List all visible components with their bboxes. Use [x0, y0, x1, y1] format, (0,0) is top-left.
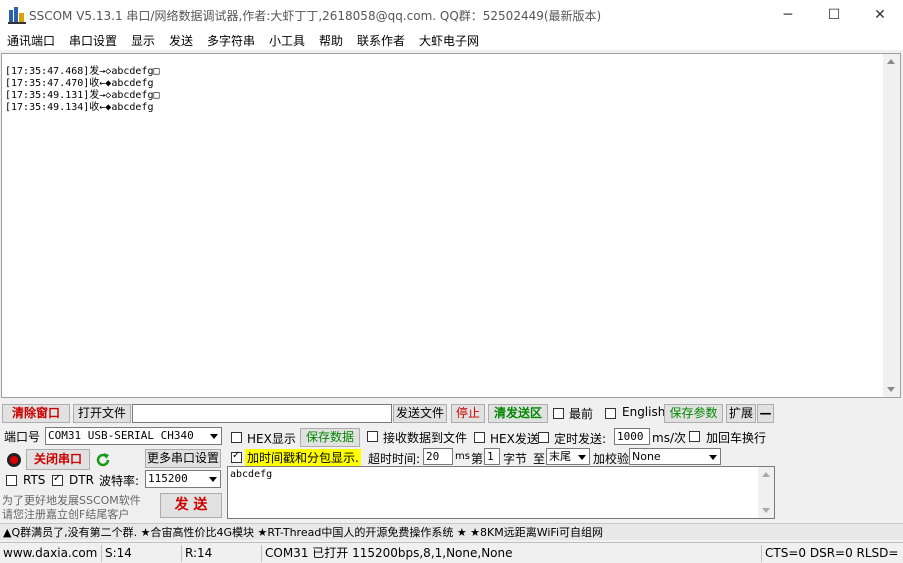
status-bar: www.daxia.com S:14 R:14 COM31 已打开 115200…: [0, 542, 903, 563]
baud-label: 波特率:: [99, 474, 140, 488]
english-label: English: [622, 405, 666, 419]
send-scrollbar[interactable]: [758, 467, 774, 518]
collapse-button[interactable]: —: [757, 404, 774, 423]
byte-unit: 字节: [503, 452, 528, 466]
chevron-down-icon: [578, 455, 586, 460]
timed-send-label: 定时发送:: [554, 432, 607, 446]
chevron-down-icon: [210, 434, 218, 439]
end-value: 末尾: [549, 450, 571, 463]
chevron-down-icon: [209, 477, 217, 482]
menu-help[interactable]: 帮助: [319, 32, 343, 49]
ticker-text: ▲Q群满员了,没有第二个群. ★合宙高性价比4G模块 ★RT-Thread中国人…: [3, 526, 604, 539]
console-line: [17:35:49.134]收←◆abcdefg: [5, 102, 154, 113]
status-received-count: R:14: [181, 545, 212, 562]
topmost-label: 最前: [569, 407, 594, 421]
chevron-down-icon: [709, 455, 717, 460]
stop-button[interactable]: 停止: [451, 404, 485, 423]
menu-multi-string[interactable]: 多字符串: [207, 32, 255, 49]
save-data-button[interactable]: 保存数据: [300, 428, 360, 447]
interval-unit: ms/次: [652, 431, 686, 445]
file-path-input[interactable]: [132, 404, 392, 423]
console-line: [17:35:47.470]收←◆abcdefg: [5, 78, 154, 89]
promo-line-2: 请您注册嘉立创F结尾客户: [2, 508, 130, 521]
status-site[interactable]: www.daxia.com: [0, 545, 97, 562]
byte-index-input[interactable]: 1: [484, 448, 500, 465]
port-label: 端口号: [4, 430, 41, 444]
dtr-label: DTR: [69, 473, 94, 487]
add-crlf-label: 加回车换行: [706, 431, 767, 445]
rts-checkbox[interactable]: [6, 475, 17, 486]
menu-tools[interactable]: 小工具: [269, 32, 305, 49]
baud-select[interactable]: 115200: [145, 470, 221, 488]
timeout-unit: ms: [455, 451, 470, 462]
window-title: SSCOM V5.13.1 串口/网络数据调试器,作者:大虾丁丁,2618058…: [29, 9, 602, 23]
checksum-label: 加校验: [593, 452, 630, 466]
port-select[interactable]: COM31 USB-SERIAL CH340: [45, 427, 222, 445]
topmost-checkbox[interactable]: [553, 408, 564, 419]
send-button[interactable]: 发 送: [160, 493, 222, 518]
clear-send-button[interactable]: 清发送区: [488, 404, 548, 423]
recv-to-file-checkbox[interactable]: [367, 431, 378, 442]
close-button[interactable]: ✕: [857, 0, 903, 30]
timestamp-label: 加时间戳和分包显示.: [245, 449, 361, 466]
console-line: [17:35:47.468]发→◇abcdefg□: [5, 66, 160, 77]
menu-send[interactable]: 发送: [169, 32, 193, 49]
open-file-button[interactable]: 打开文件: [73, 404, 131, 423]
checksum-select[interactable]: None: [629, 448, 721, 465]
save-params-button[interactable]: 保存参数: [664, 404, 723, 423]
hex-display-checkbox[interactable]: [231, 432, 242, 443]
send-text: abcdefg: [230, 469, 273, 480]
hex-display-label: HEX显示: [247, 432, 296, 446]
port-status-icon: [7, 453, 21, 467]
status-line-signals: CTS=0 DSR=0 RLSD=: [761, 545, 898, 562]
menu-bar: 通讯端口 串口设置 显示 发送 多字符串 小工具 帮助 联系作者 大虾电子网: [0, 30, 903, 50]
close-port-button[interactable]: 关闭串口: [26, 449, 90, 470]
scroll-up-icon[interactable]: [887, 59, 895, 64]
interval-input[interactable]: 1000: [614, 428, 650, 445]
console-line: [17:35:49.131]发→◇abcdefg□: [5, 90, 160, 101]
hex-send-label: HEX发送: [490, 432, 539, 446]
end-select[interactable]: 末尾: [546, 448, 590, 465]
checksum-value: None: [632, 450, 661, 463]
menu-serial-settings[interactable]: 串口设置: [69, 32, 117, 49]
title-bar: SSCOM V5.13.1 串口/网络数据调试器,作者:大虾丁丁,2618058…: [0, 0, 903, 30]
receive-console[interactable]: [17:35:47.468]发→◇abcdefg□ [17:35:47.470]…: [1, 53, 901, 398]
maximize-button[interactable]: ☐: [811, 0, 857, 30]
baud-value: 115200: [148, 472, 188, 485]
port-value: COM31 USB-SERIAL CH340: [48, 429, 194, 442]
timeout-input[interactable]: 20: [423, 448, 453, 465]
menu-comm-port[interactable]: 通讯端口: [7, 32, 55, 49]
to-label: 至: [533, 452, 546, 466]
byte-prefix: 第: [471, 452, 484, 466]
scroll-up-icon[interactable]: [762, 472, 770, 477]
expand-button[interactable]: 扩展: [726, 404, 756, 423]
minimize-button[interactable]: ─: [765, 0, 811, 30]
status-sent-count: S:14: [101, 545, 132, 562]
dtr-checkbox[interactable]: [52, 473, 63, 486]
timed-send-checkbox[interactable]: [538, 432, 549, 443]
console-scrollbar[interactable]: [883, 54, 900, 397]
more-serial-settings-button[interactable]: 更多串口设置: [145, 449, 221, 468]
menu-daxia-site[interactable]: 大虾电子网: [419, 32, 479, 49]
clear-window-button[interactable]: 清除窗口: [2, 404, 70, 423]
add-crlf-checkbox[interactable]: [689, 431, 700, 442]
send-file-button[interactable]: 发送文件: [393, 404, 447, 423]
rts-label: RTS: [23, 473, 46, 487]
scroll-down-icon[interactable]: [887, 387, 895, 392]
timeout-label: 超时时间:: [368, 452, 421, 466]
hex-send-checkbox[interactable]: [474, 432, 485, 443]
send-textarea[interactable]: abcdefg: [227, 466, 775, 519]
refresh-icon[interactable]: [94, 451, 112, 469]
recv-to-file-label: 接收数据到文件: [383, 431, 468, 445]
menu-display[interactable]: 显示: [131, 32, 155, 49]
english-checkbox[interactable]: [605, 408, 616, 419]
ad-ticker[interactable]: ▲Q群满员了,没有第二个群. ★合宙高性价比4G模块 ★RT-Thread中国人…: [0, 523, 903, 540]
app-logo-icon: [8, 7, 26, 24]
scroll-down-icon[interactable]: [762, 508, 770, 513]
status-port-state: COM31 已打开 115200bps,8,1,None,None: [261, 545, 513, 562]
menu-contact-author[interactable]: 联系作者: [357, 32, 405, 49]
timestamp-checkbox[interactable]: [231, 450, 242, 463]
